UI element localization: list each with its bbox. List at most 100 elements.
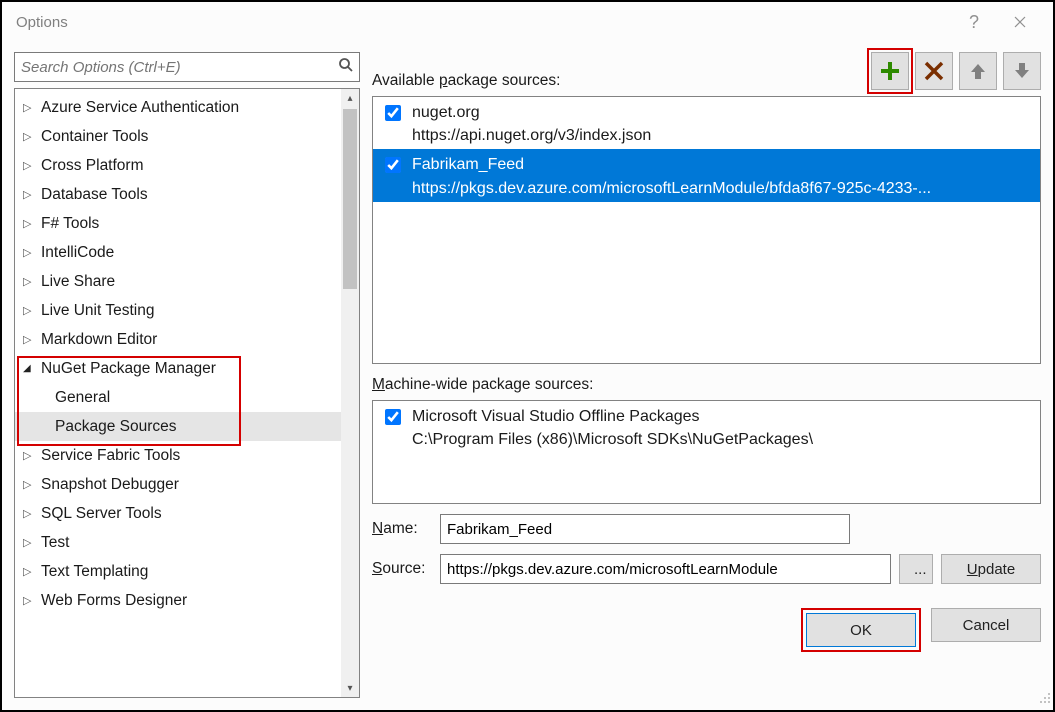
tree-item-cross-platform[interactable]: ▷Cross Platform bbox=[15, 151, 341, 180]
tree-item-label: General bbox=[53, 389, 110, 407]
chevron-right-icon: ▷ bbox=[23, 159, 39, 172]
chevron-right-icon: ▷ bbox=[23, 565, 39, 578]
tree-item-intellicode[interactable]: ▷IntelliCode bbox=[15, 238, 341, 267]
tree-item-label: Web Forms Designer bbox=[39, 592, 187, 610]
chevron-right-icon: ▷ bbox=[23, 101, 39, 114]
resize-grip-icon[interactable] bbox=[1039, 691, 1051, 708]
chevron-down-icon: ◢ bbox=[23, 363, 39, 374]
source-item[interactable]: Fabrikam_Feedhttps://pkgs.dev.azure.com/… bbox=[373, 149, 1040, 201]
source-item[interactable]: nuget.orghttps://api.nuget.org/v3/index.… bbox=[373, 97, 1040, 149]
tree-scrollbar[interactable]: ▴ ▾ bbox=[341, 89, 359, 697]
options-dialog: Options ? ▷Azure Service Authentication▷… bbox=[0, 0, 1055, 712]
chevron-right-icon: ▷ bbox=[23, 478, 39, 491]
source-url: C:\Program Files (x86)\Microsoft SDKs\Nu… bbox=[412, 428, 813, 451]
machine-sources-label: Machine-wide package sources: bbox=[372, 376, 1041, 394]
tree-item-web-forms-designer[interactable]: ▷Web Forms Designer bbox=[15, 586, 341, 615]
add-source-button[interactable] bbox=[871, 52, 909, 90]
tree-item-nuget-package-manager[interactable]: ◢NuGet Package Manager bbox=[15, 354, 341, 383]
help-button[interactable]: ? bbox=[951, 6, 997, 38]
tree-item-snapshot-debugger[interactable]: ▷Snapshot Debugger bbox=[15, 470, 341, 499]
available-sources-label: Available package sources: bbox=[372, 72, 867, 90]
chevron-right-icon: ▷ bbox=[23, 536, 39, 549]
arrow-up-icon bbox=[968, 61, 988, 81]
titlebar: Options ? bbox=[2, 2, 1053, 42]
chevron-right-icon: ▷ bbox=[23, 304, 39, 317]
tree-item-f-tools[interactable]: ▷F# Tools bbox=[15, 209, 341, 238]
tree-item-label: Database Tools bbox=[39, 186, 148, 204]
tree-item-label: Cross Platform bbox=[39, 157, 144, 175]
arrow-down-icon bbox=[1012, 61, 1032, 81]
tree-item-markdown-editor[interactable]: ▷Markdown Editor bbox=[15, 325, 341, 354]
tree-item-package-sources[interactable]: Package Sources bbox=[15, 412, 341, 441]
source-label: Source: bbox=[372, 560, 432, 578]
tree-item-label: Live Share bbox=[39, 273, 115, 291]
chevron-right-icon: ▷ bbox=[23, 188, 39, 201]
machine-sources-list[interactable]: Microsoft Visual Studio Offline Packages… bbox=[372, 400, 1041, 504]
move-down-button[interactable] bbox=[1003, 52, 1041, 90]
tree-item-general[interactable]: General bbox=[15, 383, 341, 412]
source-checkbox[interactable] bbox=[385, 105, 401, 121]
chevron-right-icon: ▷ bbox=[23, 246, 39, 259]
chevron-right-icon: ▷ bbox=[23, 130, 39, 143]
tree-item-label: Container Tools bbox=[39, 128, 148, 146]
chevron-right-icon: ▷ bbox=[23, 507, 39, 520]
tree-item-live-share[interactable]: ▷Live Share bbox=[15, 267, 341, 296]
source-url: https://api.nuget.org/v3/index.json bbox=[412, 124, 651, 147]
source-name: nuget.org bbox=[412, 101, 651, 124]
tree-item-label: SQL Server Tools bbox=[39, 505, 162, 523]
scroll-up-icon[interactable]: ▴ bbox=[341, 89, 359, 107]
update-button[interactable]: Update bbox=[941, 554, 1041, 584]
tree-item-label: Text Templating bbox=[39, 563, 148, 581]
source-item[interactable]: Microsoft Visual Studio Offline Packages… bbox=[373, 401, 1040, 453]
tree-item-label: Live Unit Testing bbox=[39, 302, 154, 320]
chevron-right-icon: ▷ bbox=[23, 275, 39, 288]
tree-item-label: NuGet Package Manager bbox=[39, 360, 216, 378]
search-input[interactable] bbox=[14, 52, 360, 82]
ok-button[interactable]: OK bbox=[806, 613, 916, 647]
cancel-button[interactable]: Cancel bbox=[931, 608, 1041, 642]
options-category-tree[interactable]: ▷Azure Service Authentication▷Container … bbox=[15, 89, 341, 697]
tree-item-label: Azure Service Authentication bbox=[39, 99, 239, 117]
move-up-button[interactable] bbox=[959, 52, 997, 90]
source-name: Microsoft Visual Studio Offline Packages bbox=[412, 405, 813, 428]
search-icon bbox=[338, 57, 354, 77]
tree-item-label: F# Tools bbox=[39, 215, 99, 233]
tree-item-live-unit-testing[interactable]: ▷Live Unit Testing bbox=[15, 296, 341, 325]
scroll-thumb[interactable] bbox=[343, 109, 357, 289]
tree-item-database-tools[interactable]: ▷Database Tools bbox=[15, 180, 341, 209]
chevron-right-icon: ▷ bbox=[23, 594, 39, 607]
source-input[interactable] bbox=[440, 554, 891, 584]
tree-item-sql-server-tools[interactable]: ▷SQL Server Tools bbox=[15, 499, 341, 528]
plus-icon bbox=[879, 60, 901, 82]
x-icon bbox=[923, 60, 945, 82]
scroll-down-icon[interactable]: ▾ bbox=[341, 679, 359, 697]
source-name: Fabrikam_Feed bbox=[412, 153, 931, 176]
chevron-right-icon: ▷ bbox=[23, 449, 39, 462]
chevron-right-icon: ▷ bbox=[23, 333, 39, 346]
tree-item-label: Package Sources bbox=[53, 418, 177, 436]
name-input[interactable] bbox=[440, 514, 850, 544]
window-title: Options bbox=[16, 14, 951, 31]
tree-item-text-templating[interactable]: ▷Text Templating bbox=[15, 557, 341, 586]
name-label: Name: bbox=[372, 520, 432, 538]
annotation-highlight bbox=[867, 48, 913, 94]
available-sources-list[interactable]: nuget.orghttps://api.nuget.org/v3/index.… bbox=[372, 96, 1041, 364]
browse-button[interactable]: ... bbox=[899, 554, 933, 584]
tree-item-test[interactable]: ▷Test bbox=[15, 528, 341, 557]
tree-item-label: IntelliCode bbox=[39, 244, 114, 262]
source-checkbox[interactable] bbox=[385, 409, 401, 425]
chevron-right-icon: ▷ bbox=[23, 217, 39, 230]
tree-item-container-tools[interactable]: ▷Container Tools bbox=[15, 122, 341, 151]
annotation-highlight: OK bbox=[801, 608, 921, 652]
tree-item-azure-service-authentication[interactable]: ▷Azure Service Authentication bbox=[15, 93, 341, 122]
tree-item-label: Service Fabric Tools bbox=[39, 447, 180, 465]
tree-item-label: Snapshot Debugger bbox=[39, 476, 179, 494]
remove-source-button[interactable] bbox=[915, 52, 953, 90]
tree-item-label: Test bbox=[39, 534, 69, 552]
close-icon bbox=[1014, 16, 1026, 28]
tree-item-service-fabric-tools[interactable]: ▷Service Fabric Tools bbox=[15, 441, 341, 470]
source-url: https://pkgs.dev.azure.com/microsoftLear… bbox=[412, 177, 931, 200]
tree-item-label: Markdown Editor bbox=[39, 331, 157, 349]
close-button[interactable] bbox=[997, 6, 1043, 38]
source-checkbox[interactable] bbox=[385, 157, 401, 173]
